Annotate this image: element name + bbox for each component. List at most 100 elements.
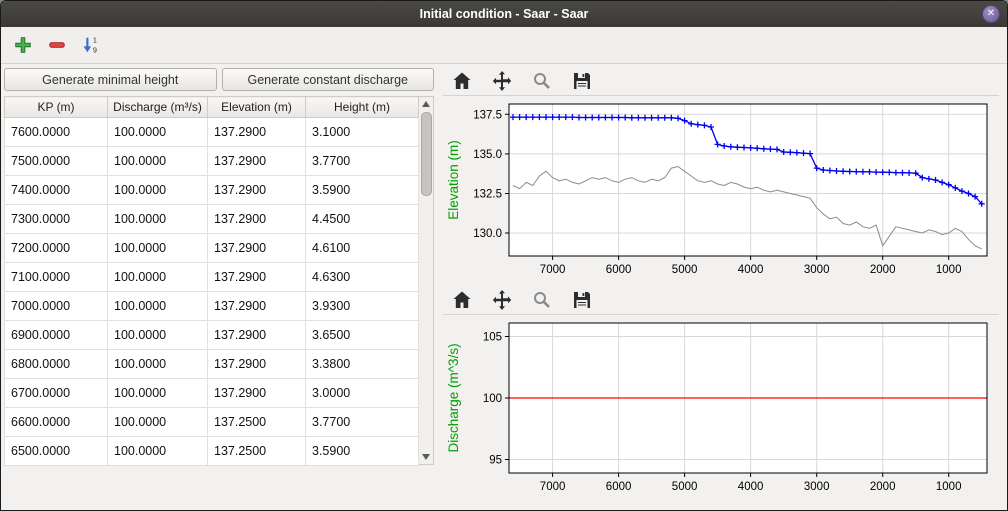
table-cell[interactable]: 7000.0000	[5, 292, 108, 321]
table-cell[interactable]: 3.6500	[306, 321, 419, 350]
svg-text:6000: 6000	[606, 264, 632, 276]
table-cell[interactable]: 137.2900	[208, 350, 306, 379]
save-icon	[571, 289, 593, 311]
save-button[interactable]	[569, 288, 595, 312]
svg-text:2000: 2000	[870, 264, 896, 276]
table-cell[interactable]: 137.2900	[208, 147, 306, 176]
table-cell[interactable]: 7200.0000	[5, 234, 108, 263]
table-cell[interactable]: 100.0000	[108, 263, 208, 292]
table-row[interactable]: 7300.0000100.0000137.29004.4500	[5, 205, 419, 234]
table-cell[interactable]: 6700.0000	[5, 379, 108, 408]
table-cell[interactable]: 137.2500	[208, 408, 306, 437]
table-row[interactable]: 6500.0000100.0000137.25003.5900	[5, 437, 419, 466]
table-cell[interactable]: 100.0000	[108, 292, 208, 321]
table-cell[interactable]: 100.0000	[108, 437, 208, 466]
table-row[interactable]: 6800.0000100.0000137.29003.3800	[5, 350, 419, 379]
svg-text:3000: 3000	[804, 264, 830, 276]
table-cell[interactable]: 137.2900	[208, 292, 306, 321]
table-cell[interactable]: 137.2500	[208, 437, 306, 466]
table-cell[interactable]: 3.1000	[306, 118, 419, 147]
left-panel: Generate minimal height Generate constan…	[1, 64, 437, 510]
home-icon	[451, 70, 473, 92]
home-button[interactable]	[449, 69, 475, 93]
table-row[interactable]: 7400.0000100.0000137.29003.5900	[5, 176, 419, 205]
scroll-down-button[interactable]	[420, 450, 433, 464]
svg-text:100: 100	[483, 393, 502, 405]
save-button[interactable]	[569, 69, 595, 93]
table-vertical-scrollbar[interactable]	[419, 96, 434, 465]
elevation-chart[interactable]: 7000600050004000300020001000130.0132.513…	[443, 98, 995, 280]
svg-text:6000: 6000	[606, 481, 632, 493]
table-cell[interactable]: 6500.0000	[5, 437, 108, 466]
table-cell[interactable]: 7100.0000	[5, 263, 108, 292]
table-cell[interactable]: 4.4500	[306, 205, 419, 234]
generate-minimal-height-button[interactable]: Generate minimal height	[4, 68, 217, 91]
table-cell[interactable]: 3.3800	[306, 350, 419, 379]
table-row[interactable]: 7100.0000100.0000137.29004.6300	[5, 263, 419, 292]
table-cell[interactable]: 6900.0000	[5, 321, 108, 350]
titlebar[interactable]: Initial condition - Saar - Saar ✕	[1, 1, 1007, 27]
zoom-button[interactable]	[529, 69, 555, 93]
table-cell[interactable]: 6600.0000	[5, 408, 108, 437]
pan-icon	[491, 70, 513, 92]
main-content: Generate minimal height Generate constan…	[1, 64, 1007, 510]
table-row[interactable]: 7500.0000100.0000137.29003.7700	[5, 147, 419, 176]
table-cell[interactable]: 137.2900	[208, 118, 306, 147]
column-header[interactable]: KP (m)	[5, 97, 108, 118]
table-cell[interactable]: 7500.0000	[5, 147, 108, 176]
table-cell[interactable]: 3.5900	[306, 176, 419, 205]
table-cell[interactable]: 100.0000	[108, 205, 208, 234]
column-header[interactable]: Elevation (m)	[208, 97, 306, 118]
discharge-chart[interactable]: 700060005000400030002000100095100105Disc…	[443, 317, 995, 497]
table-cell[interactable]: 3.7700	[306, 408, 419, 437]
table-cell[interactable]: 100.0000	[108, 379, 208, 408]
column-header[interactable]: Discharge (m³/s)	[108, 97, 208, 118]
table-row[interactable]: 6900.0000100.0000137.29003.6500	[5, 321, 419, 350]
column-header[interactable]: Height (m)	[306, 97, 419, 118]
table-row[interactable]: 6700.0000100.0000137.29003.0000	[5, 379, 419, 408]
add-row-button[interactable]	[9, 31, 37, 59]
table-cell[interactable]: 100.0000	[108, 176, 208, 205]
svg-text:3000: 3000	[804, 481, 830, 493]
table-cell[interactable]: 137.2900	[208, 176, 306, 205]
zoom-button[interactable]	[529, 288, 555, 312]
table-cell[interactable]: 3.9300	[306, 292, 419, 321]
table-cell[interactable]: 6800.0000	[5, 350, 108, 379]
home-button[interactable]	[449, 288, 475, 312]
table-cell[interactable]: 100.0000	[108, 234, 208, 263]
sort-rows-button[interactable]: 1 9	[77, 31, 105, 59]
table-cell[interactable]: 3.5900	[306, 437, 419, 466]
table-row[interactable]: 7600.0000100.0000137.29003.1000	[5, 118, 419, 147]
table-cell[interactable]: 4.6300	[306, 263, 419, 292]
table-row[interactable]: 6600.0000100.0000137.25003.7700	[5, 408, 419, 437]
initial-condition-window: Initial condition - Saar - Saar ✕ 1 9	[0, 0, 1008, 511]
table-cell[interactable]: 137.2900	[208, 263, 306, 292]
table-cell[interactable]: 137.2900	[208, 321, 306, 350]
table-cell[interactable]: 137.2900	[208, 379, 306, 408]
pan-button[interactable]	[489, 288, 515, 312]
table-cell[interactable]: 100.0000	[108, 408, 208, 437]
generate-constant-discharge-button[interactable]: Generate constant discharge	[222, 68, 435, 91]
scrollbar-thumb[interactable]	[421, 112, 432, 196]
close-button[interactable]: ✕	[982, 5, 1000, 23]
pan-button[interactable]	[489, 69, 515, 93]
table-cell[interactable]: 137.2900	[208, 234, 306, 263]
table-cell[interactable]: 137.2900	[208, 205, 306, 234]
table-cell[interactable]: 7400.0000	[5, 176, 108, 205]
table-cell[interactable]: 7300.0000	[5, 205, 108, 234]
table-cell[interactable]: 4.6100	[306, 234, 419, 263]
table-row[interactable]: 7200.0000100.0000137.29004.6100	[5, 234, 419, 263]
table-cell[interactable]: 100.0000	[108, 350, 208, 379]
table-cell[interactable]: 3.7700	[306, 147, 419, 176]
scroll-up-button[interactable]	[420, 97, 433, 111]
table-cell[interactable]: 100.0000	[108, 147, 208, 176]
table-row[interactable]: 7000.0000100.0000137.29003.9300	[5, 292, 419, 321]
scrollbar-track[interactable]	[420, 111, 433, 450]
table-cell[interactable]: 100.0000	[108, 321, 208, 350]
zoom-icon	[531, 70, 553, 92]
table-cell[interactable]: 7600.0000	[5, 118, 108, 147]
table-cell[interactable]: 100.0000	[108, 118, 208, 147]
table-cell[interactable]: 3.0000	[306, 379, 419, 408]
elevation-chart-area: 7000600050004000300020001000130.0132.513…	[443, 98, 999, 285]
remove-row-button[interactable]	[43, 31, 71, 59]
